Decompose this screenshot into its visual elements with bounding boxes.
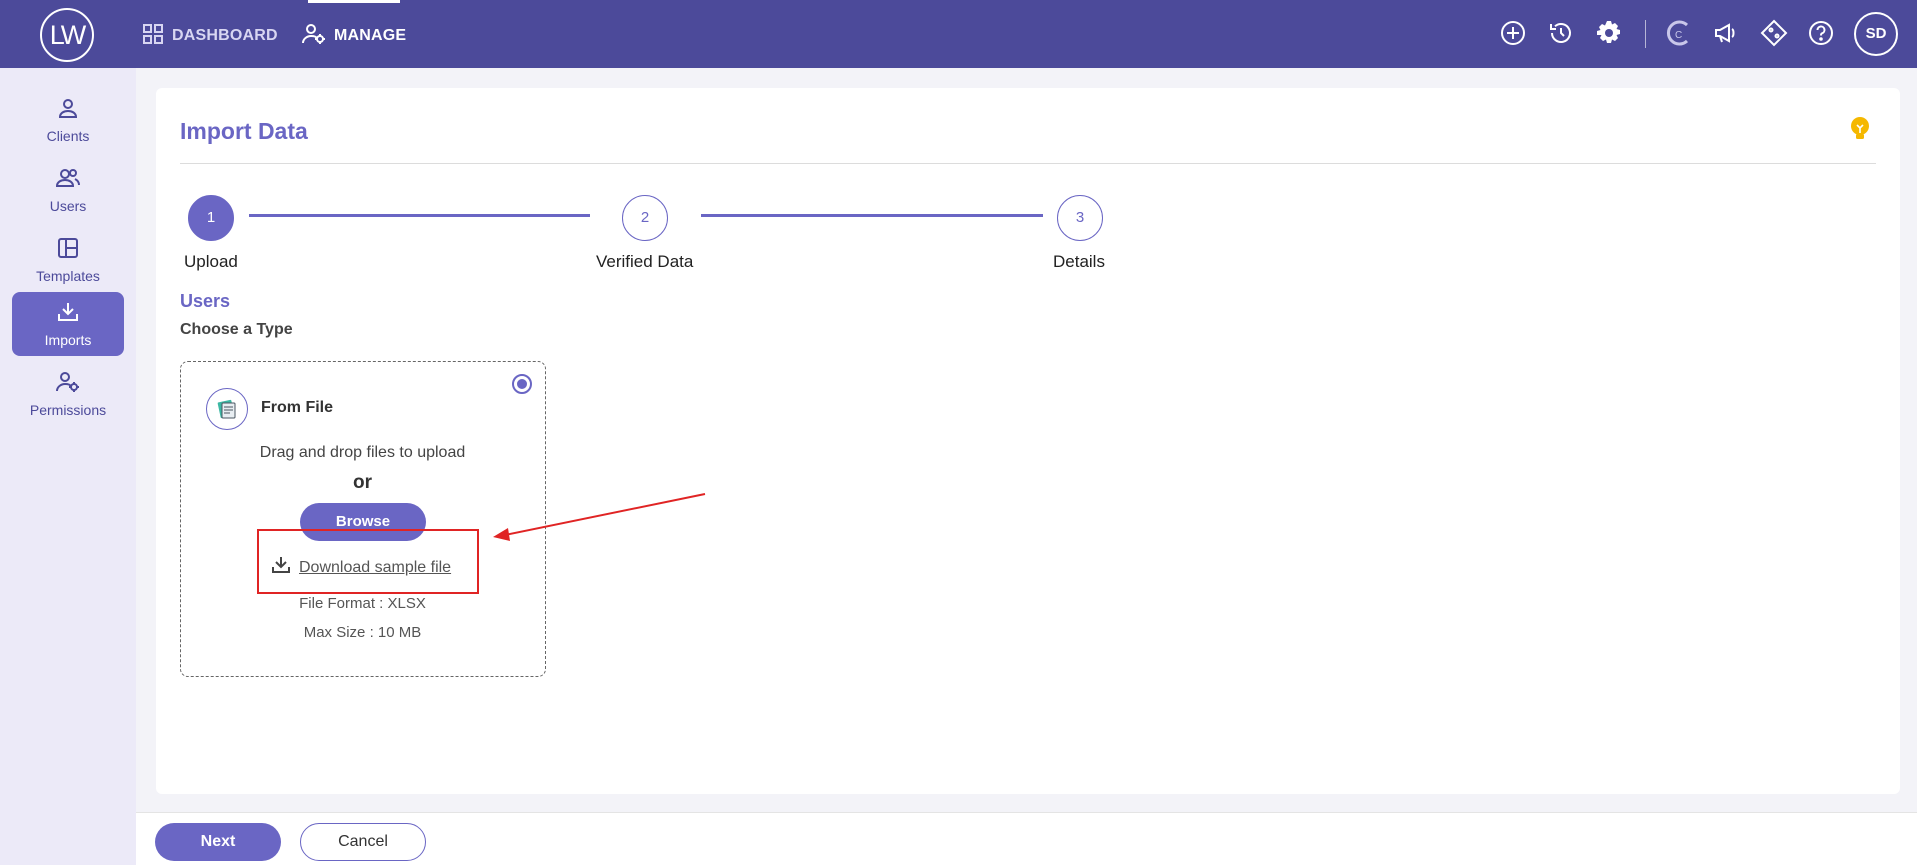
- nav-dashboard-label: DASHBOARD: [172, 27, 278, 44]
- sidebar-item-permissions[interactable]: Permissions: [12, 362, 124, 426]
- download-icon: [57, 301, 79, 326]
- import-card: Import Data 1 2 3 Upload Verified Data D…: [156, 88, 1900, 794]
- user-avatar[interactable]: SD: [1854, 12, 1898, 56]
- history-icon[interactable]: [1547, 19, 1575, 47]
- sidebar-item-label: Permissions: [29, 401, 107, 418]
- app-logo[interactable]: LW: [40, 8, 94, 62]
- file-icon: [206, 388, 248, 430]
- add-circle-icon[interactable]: [1499, 19, 1527, 47]
- page-title: Import Data: [180, 118, 308, 144]
- sidebar-item-label: Templates: [36, 267, 100, 284]
- sidebar: Clients Users Templates Imports Permissi…: [0, 68, 136, 865]
- from-file-radio[interactable]: [512, 374, 532, 394]
- nav-dashboard[interactable]: DASHBOARD: [142, 23, 278, 50]
- settings-icon[interactable]: [1595, 19, 1623, 47]
- step-3-circle: 3: [1057, 195, 1103, 241]
- section-heading: Users: [180, 291, 231, 311]
- download-sample-label: Download sample file: [299, 558, 452, 576]
- title-divider: [180, 163, 1876, 164]
- step-1-label: Upload: [184, 252, 238, 271]
- step-connector: [701, 214, 1043, 217]
- step-1-circle: 1: [188, 195, 234, 241]
- diamond-icon[interactable]: [1760, 19, 1788, 47]
- from-file-title: From File: [261, 399, 334, 416]
- nav-manage-label: MANAGE: [334, 27, 407, 44]
- megaphone-icon[interactable]: [1712, 19, 1740, 47]
- step-3-label: Details: [1053, 252, 1105, 271]
- sidebar-item-label: Imports: [44, 331, 92, 348]
- user-gear-icon: [56, 371, 80, 396]
- next-button[interactable]: Next: [155, 823, 281, 861]
- person-icon: [57, 97, 79, 122]
- sidebar-item-clients[interactable]: Clients: [12, 88, 124, 152]
- sidebar-item-users[interactable]: Users: [12, 158, 124, 222]
- drag-drop-text: Drag and drop files to upload: [259, 444, 466, 461]
- download-icon: [271, 555, 291, 580]
- sidebar-item-imports[interactable]: Imports: [12, 292, 124, 356]
- template-icon: [57, 237, 79, 262]
- sidebar-item-label: Users: [49, 197, 87, 214]
- grid-icon: [142, 23, 164, 50]
- help-icon[interactable]: [1807, 19, 1835, 47]
- section-subheading: Choose a Type: [180, 321, 293, 338]
- step-2-label: Verified Data: [596, 252, 694, 271]
- c-logo-icon[interactable]: C: [1665, 19, 1693, 47]
- max-size-text: Max Size : 10 MB: [303, 624, 422, 641]
- sidebar-item-label: Clients: [46, 127, 90, 144]
- download-sample-link[interactable]: Download sample file: [271, 555, 451, 580]
- lightbulb-icon[interactable]: [1848, 116, 1872, 147]
- users-icon: [55, 167, 80, 192]
- or-separator: or: [353, 472, 372, 493]
- svg-text:C: C: [1675, 30, 1682, 41]
- step-connector: [249, 214, 590, 217]
- sidebar-item-templates[interactable]: Templates: [12, 228, 124, 292]
- top-navbar: LW DASHBOARD MANAGE C SD: [0, 0, 1917, 68]
- toolbar-divider: [1645, 20, 1646, 48]
- user-gear-icon: [302, 23, 326, 50]
- active-nav-indicator: [308, 0, 400, 3]
- cancel-button[interactable]: Cancel: [300, 823, 426, 861]
- step-2-circle: 2: [622, 195, 668, 241]
- file-format-text: File Format : XLSX: [299, 595, 426, 612]
- footer-actions: Next Cancel: [136, 812, 1917, 865]
- upload-dropzone[interactable]: From File Drag and drop files to upload …: [180, 361, 546, 677]
- nav-manage[interactable]: MANAGE: [302, 23, 407, 50]
